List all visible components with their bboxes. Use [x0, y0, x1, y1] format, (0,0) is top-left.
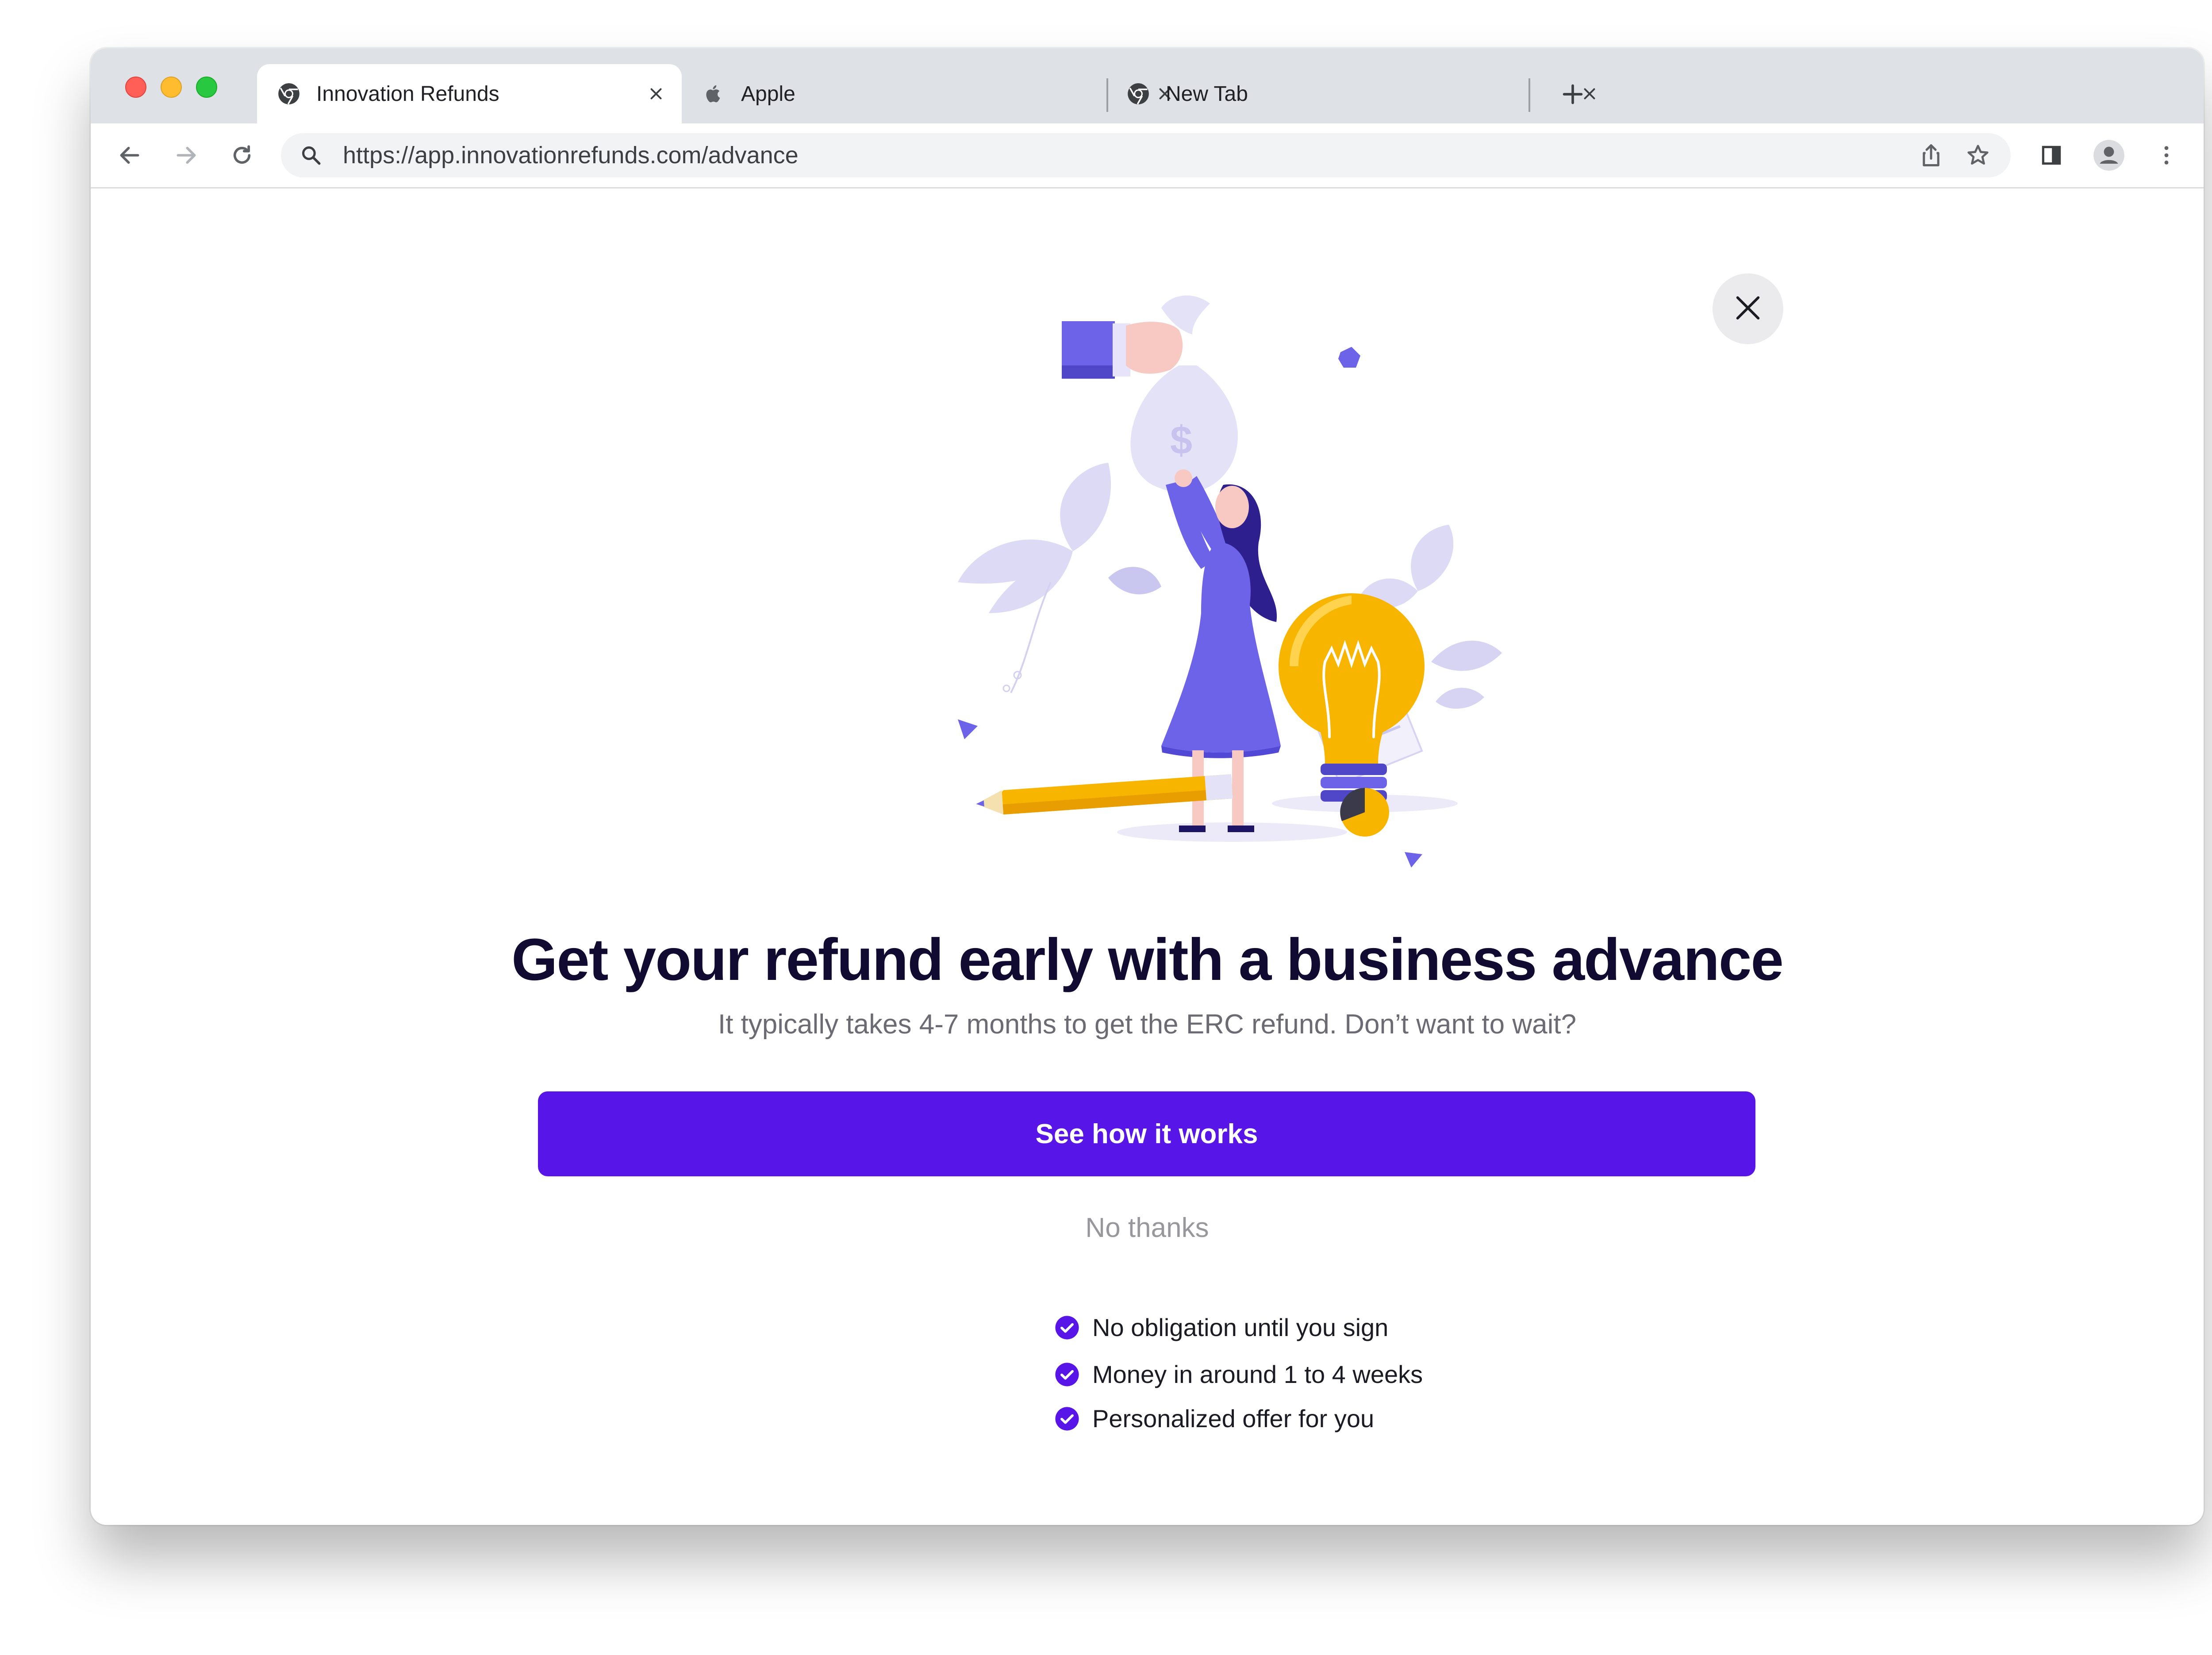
more-menu-icon[interactable] — [2148, 137, 2185, 174]
browser-toolbar: https://app.innovationrefunds.com/advanc… — [91, 123, 2204, 188]
address-bar[interactable]: https://app.innovationrefunds.com/advanc… — [281, 133, 2011, 177]
check-circle-icon — [1054, 1406, 1080, 1432]
reload-icon[interactable] — [223, 137, 261, 174]
share-icon[interactable] — [1918, 142, 1944, 169]
window-zoom-button[interactable] — [196, 77, 217, 98]
tab-label: New Tab — [1166, 82, 1248, 106]
tab-new-tab[interactable]: New Tab — [1106, 64, 1615, 123]
tab-label: Innovation Refunds — [316, 82, 499, 106]
browser-window: Innovation Refunds Apple New Tab https:/… — [91, 48, 2204, 1525]
close-icon — [1732, 292, 1763, 326]
chrome-icon — [276, 81, 301, 106]
side-panel-icon[interactable] — [2033, 137, 2070, 174]
benefit-text: No obligation until you sign — [1092, 1313, 1389, 1341]
page-subtitle: It typically takes 4-7 months to get the… — [718, 1009, 1577, 1040]
window-minimize-button[interactable] — [161, 77, 182, 98]
see-how-it-works-button[interactable]: See how it works — [538, 1091, 1755, 1176]
list-item: Money in around 1 to 4 weeks — [1054, 1359, 1423, 1390]
refund-advance-illustration: $ — [958, 295, 1502, 868]
no-thanks-link-text[interactable]: No thanks — [1085, 1213, 1209, 1243]
forward-arrow-icon[interactable] — [168, 137, 205, 174]
check-circle-icon — [1054, 1315, 1080, 1340]
tab-close-icon[interactable] — [643, 81, 669, 107]
no-thanks-link: No thanks — [91, 1210, 2204, 1246]
chrome-icon — [1126, 81, 1151, 106]
svg-text:$: $ — [1170, 419, 1192, 463]
apple-icon — [701, 81, 726, 106]
window-close-button[interactable] — [125, 77, 146, 98]
tab-strip: Innovation Refunds Apple New Tab — [91, 48, 2204, 123]
bookmark-star-icon[interactable] — [1965, 142, 1991, 169]
list-item: No obligation until you sign — [1054, 1312, 1388, 1343]
search-icon — [299, 143, 323, 168]
list-item: Personalized offer for you — [1054, 1403, 1374, 1434]
tab-innovation-refunds[interactable]: Innovation Refunds — [257, 64, 682, 123]
tab-separator — [1528, 78, 1530, 112]
back-arrow-icon[interactable] — [111, 137, 148, 174]
benefit-text: Money in around 1 to 4 weeks — [1092, 1360, 1423, 1388]
url-text[interactable]: https://app.innovationrefunds.com/advanc… — [343, 143, 799, 168]
profile-avatar-icon[interactable] — [2090, 137, 2128, 174]
modal-close-button[interactable] — [1713, 273, 1783, 344]
page-content: $ Get your refund early with a business … — [91, 188, 2204, 1525]
page-title: Get your refund early with a business ad… — [511, 927, 1784, 993]
new-tab-plus-icon[interactable] — [1555, 77, 1590, 112]
check-circle-icon — [1054, 1362, 1080, 1387]
benefit-text: Personalized offer for you — [1092, 1405, 1375, 1432]
tab-label: Apple — [741, 82, 795, 106]
